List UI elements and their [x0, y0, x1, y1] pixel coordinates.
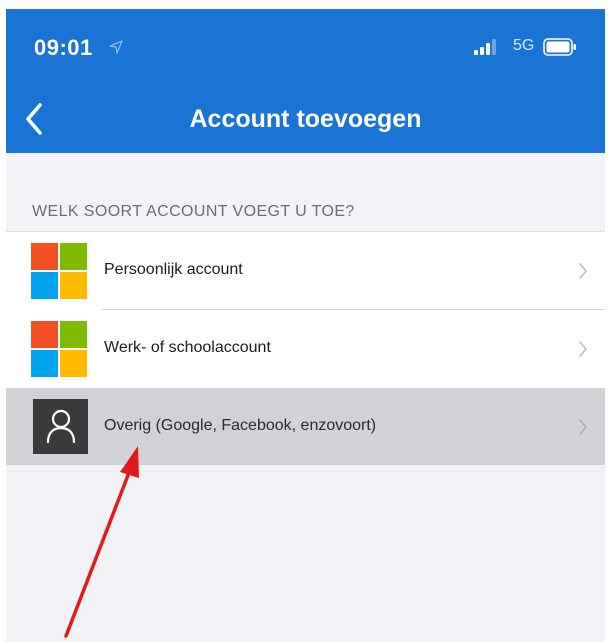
account-type-list: Persoonlijk account Werk- of schoolaccou… — [6, 231, 605, 466]
microsoft-logo-icon — [31, 243, 87, 299]
signal-bars-icon — [474, 39, 496, 55]
status-time: 09:01 — [34, 35, 93, 60]
list-item-other-account[interactable]: Overig (Google, Facebook, enzovoort) — [6, 388, 605, 466]
chevron-right-icon — [579, 263, 587, 279]
nav-bar: Account toevoegen — [6, 87, 605, 153]
list-item-label: Persoonlijk account — [104, 261, 243, 278]
chevron-right-icon — [579, 419, 587, 435]
microsoft-logo-icon — [31, 321, 87, 377]
list-item-work-school-account[interactable]: Werk- of schoolaccount — [6, 310, 605, 388]
empty-area — [6, 465, 605, 642]
list-item-personal-account[interactable]: Persoonlijk account — [6, 232, 605, 310]
network-type: 5G — [513, 37, 535, 54]
section-header: WELK SOORT ACCOUNT VOEGT U TOE? — [32, 203, 355, 220]
battery-icon — [543, 38, 576, 56]
list-item-label: Werk- of schoolaccount — [104, 339, 271, 356]
list-item-label: Overig (Google, Facebook, enzovoort) — [104, 417, 377, 434]
chevron-right-icon — [579, 341, 587, 357]
page-title: Account toevoegen — [189, 105, 422, 133]
phone-screen: 09:01 5G Account toevoegen WELK SOORT AC… — [6, 9, 605, 642]
location-arrow-icon — [109, 40, 123, 54]
person-icon — [33, 399, 88, 454]
status-bar: 09:01 5G — [6, 9, 605, 87]
